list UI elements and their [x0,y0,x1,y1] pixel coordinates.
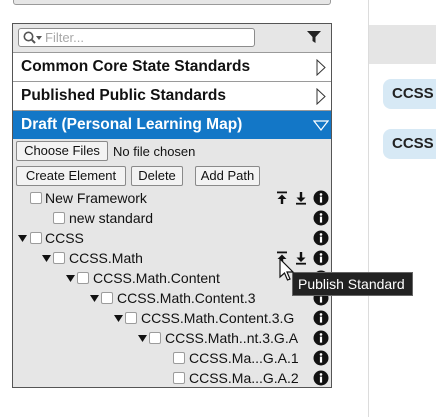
delete-button[interactable]: Delete [131,166,183,186]
node-label: new standard [69,210,154,226]
standard-chip[interactable]: CCSS [383,79,436,109]
tree-node[interactable]: CCSS.Math..nt.3.G.A [13,329,331,349]
file-status: No file chosen [113,144,196,159]
node-checkbox[interactable] [149,332,161,344]
tree-node[interactable]: CCSS.Ma...G.A.2 [13,369,331,389]
tooltip: Publish Standard [292,272,413,296]
chip-label: CCSS [392,85,434,102]
node-label: CCSS.Math..nt.3.G.A [165,330,299,346]
info-icon[interactable] [313,330,329,346]
node-checkbox[interactable] [173,352,185,364]
node-checkbox[interactable] [125,312,137,324]
node-checkbox[interactable] [30,232,42,244]
chevron-right-icon [316,59,326,76]
tree-node[interactable]: CCSS [13,229,331,249]
chip-label: CCSS [392,135,434,152]
section-draft[interactable]: Draft (Personal Learning Map) [13,110,331,139]
expand-triangle-icon[interactable] [114,315,123,322]
node-label: CCSS.Math.Content [93,270,220,286]
section-label: Published Public Standards [21,87,226,104]
section-common-core[interactable]: Common Core State Standards [13,52,331,81]
info-icon[interactable] [313,250,329,266]
download-icon[interactable] [293,190,309,206]
tree-node[interactable]: CCSS.Math.Content.3 [13,289,331,309]
funnel-icon[interactable] [306,30,322,45]
expand-triangle-icon[interactable] [42,255,51,262]
node-checkbox[interactable] [173,372,185,384]
node-checkbox[interactable] [53,212,65,224]
node-label: CCSS [45,230,84,246]
add-path-button[interactable]: Add Path [195,166,260,186]
info-icon[interactable] [313,350,329,366]
node-label: New Framework [45,190,147,206]
download-icon[interactable] [293,250,309,266]
mouse-cursor-icon [279,258,295,281]
expand-triangle-icon[interactable] [66,275,75,282]
filter-box [18,28,255,47]
node-checkbox[interactable] [101,292,113,304]
info-icon[interactable] [313,310,329,326]
filter-input[interactable] [45,29,250,46]
tree-node[interactable]: New Framework [13,189,331,209]
expand-triangle-icon[interactable] [90,295,99,302]
section-published-public[interactable]: Published Public Standards [13,81,331,110]
expand-triangle-icon[interactable] [18,235,27,242]
chevron-down-icon [313,120,329,131]
create-element-button[interactable]: Create Element [16,166,126,186]
tree-node[interactable]: CCSS.Ma...G.A.1 [13,349,331,369]
info-icon[interactable] [313,210,329,226]
chevron-right-icon [316,88,326,105]
info-icon[interactable] [313,230,329,246]
node-checkbox[interactable] [53,252,65,264]
node-label: CCSS.Math.Content.3 [117,290,256,306]
section-label: Draft (Personal Learning Map) [21,116,243,133]
node-label: CCSS.Ma...G.A.1 [189,350,299,366]
section-label: Common Core State Standards [21,58,251,75]
node-checkbox[interactable] [77,272,89,284]
standards-panel: Common Core State Standards Published Pu… [12,23,332,388]
node-checkbox[interactable] [30,192,42,204]
info-icon[interactable] [313,190,329,206]
info-icon[interactable] [313,370,329,386]
tree-node[interactable]: new standard [13,209,331,229]
standard-chip[interactable]: CCSS [383,129,436,159]
filter-bar [13,24,331,52]
search-icon[interactable] [22,30,44,46]
node-label: CCSS.Ma...G.A.2 [189,370,299,386]
node-label: CCSS.Math.Content.3.G [141,310,295,326]
tree-node[interactable]: CCSS.Math.Content.3.G [13,309,331,329]
choose-files-button[interactable]: Choose Files [16,141,108,161]
publish-up-icon[interactable] [274,190,290,206]
top-scroll-remnant [0,0,436,6]
node-label: CCSS.Math [69,250,143,266]
right-pane-header [369,25,436,64]
previous-panel-edge [13,0,331,5]
expand-triangle-icon[interactable] [138,335,147,342]
